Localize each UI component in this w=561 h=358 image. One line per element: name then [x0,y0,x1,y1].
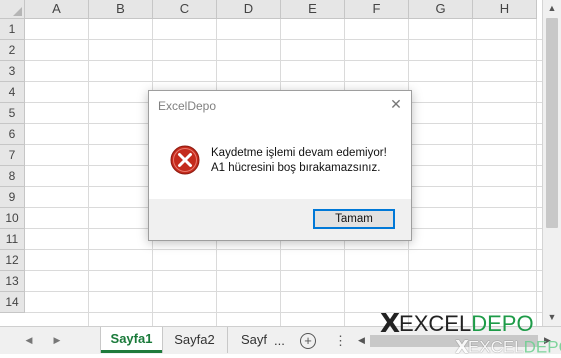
scroll-left-icon[interactable]: ◀ [354,331,369,349]
exceldepo-logo: XEXCELDEPO [380,309,534,339]
exceldepo-logo-secondary: XEXCELDEPO [455,337,561,358]
column-header-b[interactable]: B [89,0,153,19]
dialog-footer: Tamam [149,199,411,240]
row-header-12[interactable]: 12 [0,250,25,271]
row-header-1[interactable]: 1 [0,19,25,40]
row-header-4[interactable]: 4 [0,82,25,103]
error-icon [170,145,200,175]
dialog-title: ExcelDepo [158,99,217,113]
dialog-body: Kaydetme işlemi devam edemiyor! A1 hücre… [149,121,411,199]
tab-sayfa1[interactable]: Sayfa1 [101,327,162,353]
tab-sayfa2[interactable]: Sayfa2 [162,327,228,353]
scroll-down-icon[interactable]: ▼ [543,309,561,326]
column-headers: ABCDEFGH [25,0,537,19]
prev-sheet-icon[interactable]: ◀ [20,327,38,354]
row-header-8[interactable]: 8 [0,166,25,187]
error-dialog: ExcelDepo ✕ Kaydetme işlemi devam edemiy… [148,90,412,241]
row-header-5[interactable]: 5 [0,103,25,124]
tab-overflow[interactable]: ... [274,327,285,354]
plus-circle-icon[interactable]: + [300,333,316,349]
scroll-up-icon[interactable]: ▲ [543,0,561,17]
row-header-13[interactable]: 13 [0,271,25,292]
next-sheet-icon[interactable]: ▶ [48,327,66,354]
column-header-g[interactable]: G [409,0,473,19]
column-header-d[interactable]: D [217,0,281,19]
message-line-1: Kaydetme işlemi devam edemiyor! [211,147,387,159]
row-header-14[interactable]: 14 [0,292,25,313]
select-all-corner[interactable] [0,0,25,19]
column-header-a[interactable]: A [25,0,89,19]
scroll-thumb[interactable] [546,18,558,228]
row-header-3[interactable]: 3 [0,61,25,82]
dialog-message: Kaydetme işlemi devam edemiyor! A1 hücre… [211,146,387,176]
row-header-2[interactable]: 2 [0,40,25,61]
message-line-2: A1 hücresini boş bırakamazsınız. [211,162,381,174]
row-header-7[interactable]: 7 [0,145,25,166]
row-header-9[interactable]: 9 [0,187,25,208]
row-header-10[interactable]: 10 [0,208,25,229]
row-headers: 1 2 3 4 5 6 7 8 9 10 11 12 13 14 [0,19,25,313]
ok-button[interactable]: Tamam [313,209,395,229]
vertical-scrollbar[interactable]: ▲ ▼ [542,0,561,326]
close-icon[interactable]: ✕ [387,95,405,113]
row-header-11[interactable]: 11 [0,229,25,250]
column-header-f[interactable]: F [345,0,409,19]
column-header-h[interactable]: H [473,0,537,19]
column-header-c[interactable]: C [153,0,217,19]
row-header-6[interactable]: 6 [0,124,25,145]
column-header-e[interactable]: E [281,0,345,19]
split-handle-icon[interactable]: ⋮ [334,327,347,354]
